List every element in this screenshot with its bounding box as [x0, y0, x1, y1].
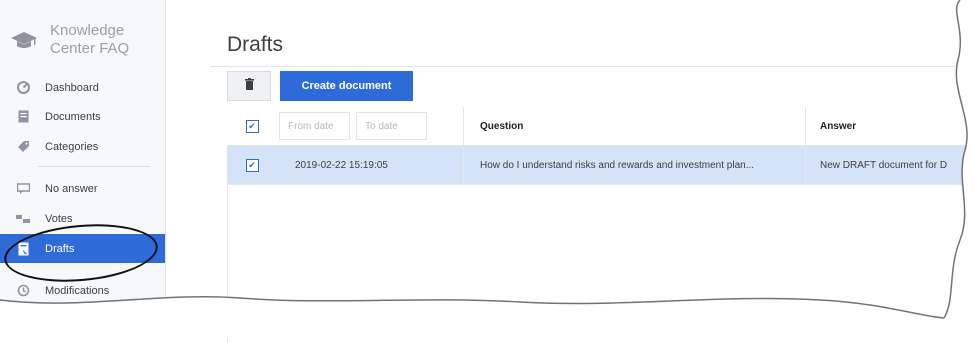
document-icon — [16, 110, 30, 124]
sidebar-item-votes[interactable]: Votes — [0, 204, 165, 233]
sidebar-item-categories[interactable]: Categories — [0, 132, 165, 161]
sidebar: Knowledge Center FAQ Dashboard Documents… — [0, 0, 166, 337]
chat-icon — [16, 182, 30, 196]
sidebar-item-documents[interactable]: Documents — [0, 102, 165, 131]
page-title: Drafts — [227, 33, 284, 56]
title-divider — [210, 66, 974, 67]
from-date-input[interactable] — [279, 112, 350, 140]
history-icon — [16, 284, 30, 298]
drafts-table: ✔ Question Answer ✔ 2019-02-22 15:19:05 … — [227, 107, 974, 185]
sidebar-item-drafts[interactable]: Drafts — [0, 234, 165, 263]
table-row[interactable]: ✔ 2019-02-22 15:19:05 How do I understan… — [227, 146, 974, 185]
row-checkbox[interactable]: ✔ — [245, 158, 259, 172]
column-header-answer[interactable]: Answer — [805, 107, 974, 145]
sidebar-item-label: Modifications — [45, 284, 110, 297]
tag-icon — [16, 140, 30, 154]
toolbar: Create document — [227, 71, 413, 101]
table-body — [227, 183, 974, 343]
sidebar-item-dashboard[interactable]: Dashboard — [0, 73, 165, 102]
row-checkbox-cell: ✔ — [227, 146, 277, 184]
row-answer: New DRAFT document for D — [805, 146, 974, 184]
row-question: How do I understand risks and rewards an… — [463, 146, 805, 184]
sidebar-item-label: Categories — [45, 140, 99, 153]
column-header-question[interactable]: Question — [463, 107, 805, 145]
brand: Knowledge Center FAQ — [10, 22, 129, 58]
date-filter-cell — [279, 107, 463, 145]
row-date: 2019-02-22 15:19:05 — [295, 159, 388, 171]
app-title-line2: Center FAQ — [50, 40, 130, 57]
dashboard-icon — [16, 81, 30, 95]
app-title: Knowledge Center FAQ — [50, 22, 129, 58]
sidebar-divider — [38, 166, 150, 167]
header-checkbox-cell: ✔ — [227, 107, 277, 145]
create-document-button[interactable]: Create document — [280, 71, 413, 101]
to-date-input[interactable] — [356, 112, 427, 140]
sidebar-item-modifications[interactable]: Modifications — [0, 276, 165, 305]
app-window: Knowledge Center FAQ Dashboard Documents… — [0, 0, 974, 343]
trash-icon — [244, 77, 254, 95]
table-header-row: ✔ Question Answer — [227, 107, 974, 146]
delete-button[interactable] — [227, 71, 271, 101]
sidebar-item-label: No answer — [45, 182, 98, 195]
sidebar-item-label: Drafts — [45, 242, 75, 255]
graduation-cap-icon — [10, 28, 38, 52]
draft-icon — [16, 242, 30, 256]
sidebar-item-no-answer[interactable]: No answer — [0, 174, 165, 203]
votes-icon — [16, 212, 30, 226]
sidebar-item-label: Documents — [45, 110, 101, 123]
app-title-line1: Knowledge — [50, 22, 125, 39]
sidebar-item-label: Votes — [45, 212, 73, 225]
sidebar-item-label: Dashboard — [45, 81, 99, 94]
select-all-checkbox[interactable]: ✔ — [245, 119, 259, 133]
